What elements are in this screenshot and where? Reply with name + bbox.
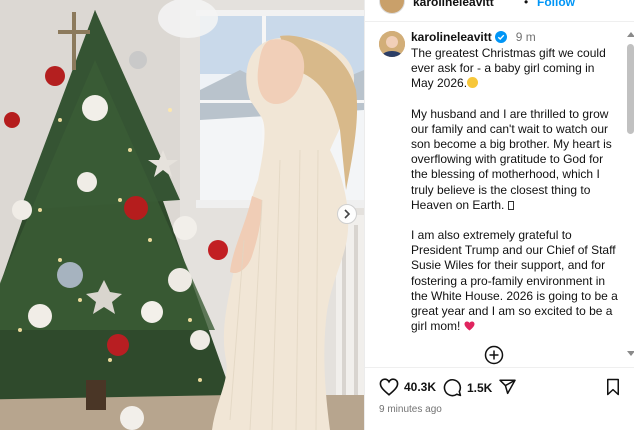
comment-button[interactable]: 1.5K	[443, 378, 492, 397]
caption-text-segment: Heaven on Earth.	[411, 197, 505, 212]
caption-area[interactable]: karolineleavitt 9 m The greatest Christm…	[365, 26, 627, 356]
caption-line: the White House. 2026 is going to be a	[411, 288, 618, 303]
comment-count: 1.5K	[467, 380, 493, 395]
post-photo	[0, 0, 364, 430]
caption-line: ever ask for - a baby girl coming in	[411, 61, 595, 76]
caption-line: The greatest Christmas gift we could	[411, 46, 606, 60]
post-header: karolineleavitt • Follow	[365, 0, 634, 22]
follow-button[interactable]: Follow	[537, 0, 575, 9]
missing-glyph-icon	[507, 200, 514, 210]
caption-line: My husband and I are thrilled to grow	[411, 106, 609, 121]
post-panel: karolineleavitt • Follow karolineleavitt…	[364, 0, 634, 430]
heart-icon	[379, 378, 399, 396]
share-button[interactable]	[498, 378, 517, 396]
caption-text-segment: May 2026.	[411, 76, 468, 91]
photo-illustration	[0, 0, 364, 430]
scroll-thumb[interactable]	[627, 44, 634, 134]
caption-text: The greatest Christmas gift we could eve…	[411, 46, 623, 349]
caption-time: 9 m	[515, 30, 536, 44]
caption-line: truly believe is the closest thing to	[411, 182, 591, 197]
paper-plane-icon	[499, 379, 516, 395]
header-username[interactable]: karolineleavitt	[413, 0, 494, 9]
smile-emoji-icon	[467, 77, 479, 89]
caption-paragraph-2: My husband and I are thrilled to grow ou…	[411, 107, 623, 213]
caption-line: girl mom!	[411, 319, 623, 334]
caption-line: fostering a pro-family environment in	[411, 273, 606, 288]
caption-text-segment: girl mom!	[411, 319, 461, 334]
caption-scrollbar[interactable]	[625, 26, 634, 360]
caption-header: karolineleavitt 9 m	[411, 30, 536, 44]
post-timestamp: 9 minutes ago	[379, 404, 442, 415]
caption-line: son become a big brother. My heart is	[411, 137, 612, 152]
scroll-up-arrow-icon[interactable]	[627, 32, 634, 37]
caption-line: I am also extremely grateful to	[411, 228, 572, 243]
carousel-next-button[interactable]	[337, 204, 357, 224]
avatar[interactable]	[379, 0, 405, 14]
caption-paragraph-1: The greatest Christmas gift we could eve…	[411, 46, 623, 92]
caption-line: Susie Wiles for their support, and for	[411, 258, 606, 273]
caption-paragraph-3: I am also extremely grateful to Presiden…	[411, 228, 623, 334]
post-actions: 40.3K 1.5K	[365, 367, 634, 407]
avatar-image	[379, 31, 405, 57]
plus-circle-icon[interactable]	[484, 345, 504, 365]
caption-avatar[interactable]	[379, 31, 405, 57]
scroll-down-arrow-icon[interactable]	[627, 351, 634, 356]
caption-line: overflowing with gratitude to God for	[411, 152, 604, 167]
caption-line: Heaven on Earth.	[411, 198, 623, 213]
caption-line: May 2026.	[411, 76, 623, 91]
header-separator: •	[524, 0, 529, 9]
verified-badge-icon	[494, 31, 507, 43]
comment-bubble-icon	[443, 378, 462, 397]
caption-line: President Trump and our Chief of Staff	[411, 243, 616, 258]
caption-line: great year and I am so excited to be a	[411, 304, 613, 319]
chevron-right-icon	[344, 209, 351, 219]
caption-line: our family and can't wait to watch our	[411, 121, 609, 136]
like-button[interactable]: 40.3K	[379, 378, 436, 396]
save-button[interactable]	[605, 378, 621, 396]
red-heart-emoji-icon	[464, 321, 475, 331]
caption-username[interactable]: karolineleavitt	[411, 30, 492, 44]
bookmark-icon	[607, 378, 619, 396]
like-count: 40.3K	[404, 380, 437, 394]
caption-line: the blessing of motherhood, which I	[411, 167, 600, 182]
